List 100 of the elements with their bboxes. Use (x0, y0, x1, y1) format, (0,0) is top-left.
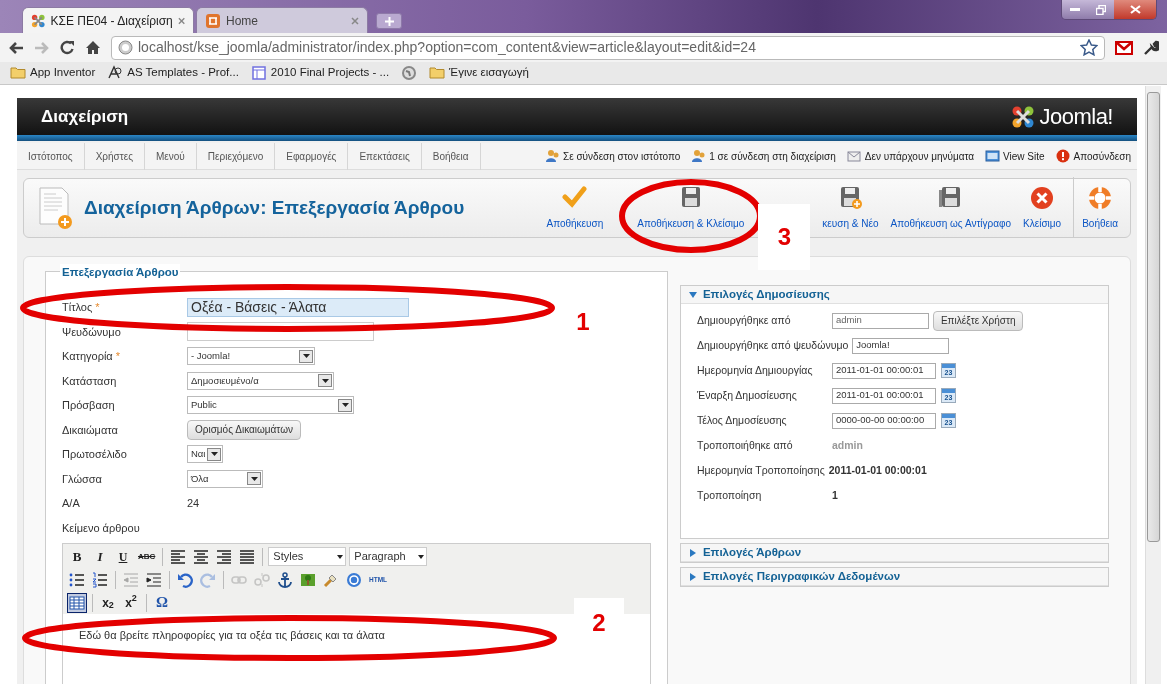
star-icon[interactable] (1080, 39, 1098, 56)
panel-header[interactable]: Επιλογές Άρθρων (680, 544, 1108, 562)
align-left-icon[interactable] (170, 548, 187, 565)
anchor-icon[interactable] (277, 571, 293, 588)
dropdown[interactable]: Όλα (187, 469, 263, 488)
justify-icon[interactable] (239, 548, 256, 565)
undo-icon[interactable] (177, 571, 193, 588)
required-marker: * (115, 350, 121, 362)
scrollbar[interactable] (1145, 86, 1161, 684)
field-label: Δημιουργήθηκε από ψευδώνυμο (696, 337, 849, 353)
help-icon[interactable] (346, 571, 362, 588)
dropdown[interactable]: Public (187, 396, 354, 415)
field-label: Πρωτοσέλιδο (62, 448, 127, 460)
field-value: admin (831, 437, 863, 453)
folder-icon (10, 65, 26, 81)
image-icon[interactable] (300, 571, 316, 588)
field-label: Κείμενο άρθρου (62, 520, 141, 536)
wrench-icon[interactable] (1143, 39, 1159, 56)
editor-button[interactable]: I (90, 546, 110, 567)
date-field[interactable]: 0000-00-00 00:00:00 (831, 412, 936, 429)
menu-item[interactable]: Επεκτάσεις (348, 142, 422, 170)
align-center-icon[interactable] (193, 548, 210, 565)
joomla-logo[interactable]: Joomla! (1011, 100, 1113, 133)
toolbar-button[interactable]: Αποθήκευση ως Αντίγραφο (884, 177, 1018, 237)
field-label: Γλώσσα (62, 472, 102, 485)
globe-icon (118, 40, 133, 55)
minimize-icon (1070, 7, 1080, 12)
permissions-button[interactable]: Ορισμός Δικαιωμάτων (187, 419, 301, 440)
text-field[interactable]: admin (831, 312, 929, 329)
table-icon[interactable] (69, 594, 85, 611)
bullet-list-icon[interactable] (69, 571, 85, 588)
new-tab-button[interactable] (376, 13, 402, 29)
step-number: 3 (758, 204, 811, 270)
dropdown-arrow-icon (250, 476, 258, 481)
dropdown[interactable]: Ναι (187, 445, 223, 464)
plus-icon (384, 16, 394, 26)
menu-item[interactable]: Ιστότοπος (17, 142, 85, 170)
panel-header[interactable]: Επιλογές Περιγραφικών Δεδομένων (680, 568, 1108, 586)
editor-button[interactable]: Ω (152, 592, 172, 613)
lifebuoy-icon (1087, 185, 1114, 211)
message-icon (846, 149, 862, 163)
text-field[interactable]: Οξέα - Βάσεις - Άλατα (187, 297, 409, 317)
panel-header[interactable]: Επιλογές Δημοσίευσης (680, 286, 1108, 304)
dropdown-arrow-icon (341, 403, 349, 408)
toolbar-button[interactable]: Κλείσιμο (1017, 177, 1068, 237)
toolbar-button[interactable]: κευση & Νέο (816, 177, 885, 237)
close-window-button[interactable] (1114, 0, 1156, 19)
bookmark-link[interactable]: App Inventor (10, 64, 96, 82)
indent-icon[interactable] (146, 571, 162, 588)
bookmark-link[interactable]: AS Templates - Prof... (107, 64, 239, 82)
scrollbar-thumb[interactable] (1147, 92, 1160, 542)
status-link[interactable]: Αποσύνδεση (1055, 148, 1131, 164)
editor-button[interactable]: B (67, 546, 87, 567)
editor-button[interactable]: ABC (136, 546, 158, 567)
globe-icon[interactable] (401, 65, 418, 81)
minimize-button[interactable] (1062, 0, 1088, 19)
menu-item[interactable]: Βοήθεια (421, 142, 481, 170)
bookmark-link[interactable]: 2010 Final Projects - ... (250, 64, 390, 82)
close-icon (1129, 5, 1141, 14)
browser-tab[interactable]: ΚΣΕ ΠΕ04 - Διαχείριση (22, 7, 194, 33)
date-field[interactable]: 2011-01-01 00:00:01 (831, 362, 936, 379)
menu-item[interactable]: Χρήστες (84, 142, 145, 170)
reload-icon[interactable] (60, 40, 75, 55)
dropdown[interactable]: - Joomla! (187, 347, 315, 366)
status-link[interactable]: 1 σε σύνδεση στη διαχείριση (691, 148, 836, 164)
date-field[interactable]: 2011-01-01 00:00:01 (831, 387, 936, 404)
editor-dropdown[interactable]: Styles (268, 547, 347, 566)
home-icon[interactable] (85, 40, 101, 55)
close-icon[interactable] (177, 16, 185, 25)
text-field[interactable]: Joomla! (852, 337, 950, 354)
menu-item[interactable]: Μενού (145, 142, 197, 170)
field-value: 1 (831, 487, 838, 503)
address-bar[interactable]: localhost/kse_joomla/administrator/index.php?option=com_content&view=article&layout=edit&id=24 (111, 35, 1105, 60)
back-icon[interactable] (8, 40, 24, 55)
dropdown[interactable]: Δημοσιευμένο/α (187, 371, 334, 390)
admin-title: Διαχείριση (41, 105, 129, 128)
toolbar-button[interactable]: Αποθήκευση (540, 177, 610, 237)
editor-button[interactable]: U (113, 546, 133, 567)
select-user-button[interactable]: Επιλέξτε Χρήστη (932, 310, 1024, 331)
align-right-icon[interactable] (216, 548, 233, 565)
field-label: Πρόσβαση (62, 399, 115, 411)
numbered-list-icon[interactable] (92, 571, 108, 588)
editor-button[interactable]: x$_{2}$ (98, 592, 118, 613)
editor-button[interactable]: x$^{2}$ (121, 592, 141, 613)
field-label: Τίτλος (62, 301, 93, 313)
browser-tab[interactable]: Home (196, 7, 368, 33)
field-value: 2011-01-01 00:00:01 (828, 462, 927, 478)
joomla-logo-icon (1011, 104, 1036, 129)
restore-button[interactable] (1088, 0, 1114, 19)
status-link[interactable]: Δεν υπάρχουν μηνύματα (846, 148, 975, 164)
status-link[interactable]: Σε σύνδεση στον ιστότοπο (545, 148, 681, 164)
menu-item[interactable]: Περιεχόμενο (196, 142, 276, 170)
menu-item[interactable]: Εφαρμογές (275, 142, 349, 170)
bookmark-link[interactable]: Έγινε εισαγωγή (429, 64, 529, 82)
mail-icon[interactable] (1115, 40, 1133, 55)
status-link[interactable]: View Site (985, 148, 1045, 164)
article-icon (38, 186, 72, 230)
toolbar-button[interactable]: Βοήθεια (1073, 177, 1124, 237)
editor-dropdown[interactable]: Paragraph (349, 547, 428, 566)
joomla-logo-icon (31, 12, 46, 29)
